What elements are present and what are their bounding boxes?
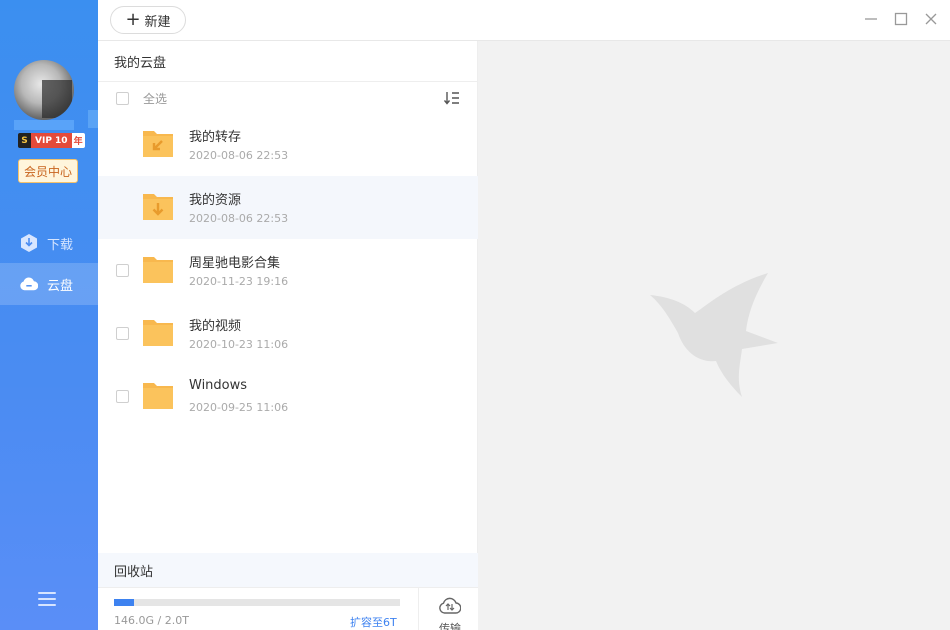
transfer-button[interactable]: 传输 <box>418 588 478 630</box>
storage-usage: 146.0G / 2.0T <box>114 614 189 627</box>
file-name[interactable]: 我的视频 <box>189 315 241 334</box>
select-all-row: 全选 <box>98 86 478 110</box>
row-checkbox[interactable] <box>116 264 129 277</box>
download-icon <box>20 234 38 252</box>
recycle-bin[interactable]: 回收站 <box>98 553 478 587</box>
folder-download-icon <box>142 190 174 222</box>
file-name[interactable]: 周星驰电影合集 <box>189 252 280 271</box>
file-row[interactable]: 周星驰电影合集 2020-11-23 19:16 <box>98 239 478 302</box>
folder-icon <box>142 253 174 285</box>
sidebar-item-cloud[interactable]: 云盘 <box>0 263 98 305</box>
sidebar: S VIP 10 年 会员中心 下载 云盘 <box>0 0 102 630</box>
member-center-button[interactable]: 会员中心 <box>18 159 78 183</box>
vip-s-icon: S <box>18 133 31 148</box>
vip-badge: S VIP 10 年 <box>18 133 85 148</box>
toolbar: + 新建 <box>98 0 950 41</box>
close-icon[interactable] <box>923 10 939 28</box>
bird-logo-icon <box>650 273 778 397</box>
file-date: 2020-10-23 11:06 <box>189 338 289 351</box>
avatar[interactable] <box>14 60 74 120</box>
sidebar-item-download[interactable]: 下载 <box>0 222 98 264</box>
file-date: 2020-08-06 22:53 <box>189 212 289 225</box>
cloud-icon <box>20 275 38 293</box>
menu-icon[interactable] <box>38 592 56 606</box>
vip-year: 年 <box>71 133 85 148</box>
storage-panel: 146.0G / 2.0T 扩容至6T 传输 <box>98 587 478 630</box>
preview-area <box>478 41 950 630</box>
file-row[interactable]: 我的资源 2020-08-06 22:53 <box>98 176 478 239</box>
select-all-label: 全选 <box>143 91 168 106</box>
sort-icon[interactable] <box>443 91 460 105</box>
username <box>14 120 74 130</box>
folder-icon <box>142 379 174 411</box>
file-date: 2020-08-06 22:53 <box>189 149 289 162</box>
select-all-checkbox[interactable] <box>116 91 129 105</box>
storage-progress-fill <box>114 599 135 606</box>
minimize-icon[interactable] <box>863 10 879 28</box>
file-name[interactable]: 我的转存 <box>189 126 241 145</box>
row-checkbox[interactable] <box>116 390 129 403</box>
file-name[interactable]: Windows <box>189 378 247 393</box>
cloud-transfer-icon <box>439 597 462 615</box>
new-button[interactable]: + 新建 <box>110 6 186 34</box>
file-list-panel: 我的云盘 全选 我的转存 2020-08-06 22:53 我的资源 2020-… <box>98 41 478 630</box>
folder-icon <box>142 316 174 348</box>
maximize-icon[interactable] <box>893 10 909 28</box>
sidebar-item-label: 下载 <box>47 237 74 253</box>
expand-storage-link[interactable]: 扩容至6T <box>350 614 397 630</box>
vip-level: VIP 10 <box>31 133 72 148</box>
file-row[interactable]: 我的转存 2020-08-06 22:53 <box>98 113 478 176</box>
plus-icon: + <box>125 9 141 30</box>
page-title: 我的云盘 <box>98 41 477 82</box>
file-name[interactable]: 我的资源 <box>189 189 241 208</box>
sidebar-item-label: 云盘 <box>47 278 74 294</box>
file-row[interactable]: 我的视频 2020-10-23 11:06 <box>98 302 478 365</box>
new-button-label: 新建 <box>144 14 171 30</box>
file-date: 2020-11-23 19:16 <box>189 275 289 288</box>
file-row[interactable]: Windows 2020-09-25 11:06 <box>98 365 478 428</box>
storage-progress-bar <box>114 599 400 606</box>
row-checkbox[interactable] <box>116 327 129 340</box>
transfer-label: 传输 <box>439 622 461 630</box>
file-date: 2020-09-25 11:06 <box>189 401 289 414</box>
folder-transfer-icon <box>142 127 174 159</box>
